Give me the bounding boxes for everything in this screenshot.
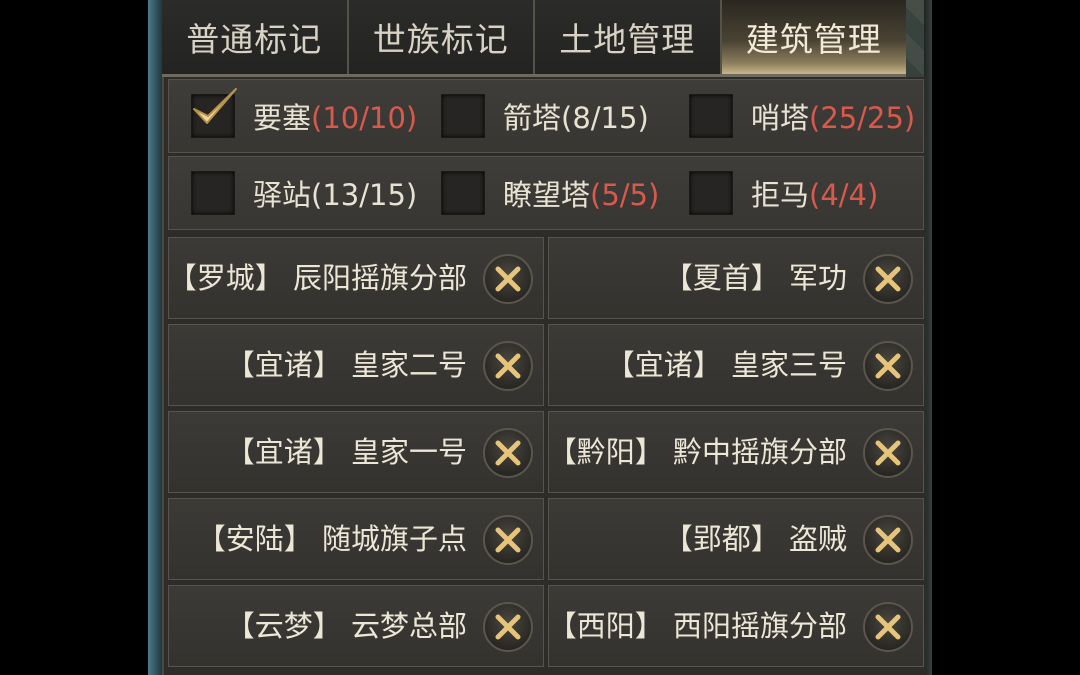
marker-item[interactable]: 【郢都】 盗贼 <box>548 498 924 580</box>
marker-item[interactable]: 【宜诸】 皇家二号 <box>168 324 544 406</box>
marker-label: 【宜诸】 皇家一号 <box>225 435 467 469</box>
close-x-icon <box>495 266 521 292</box>
filter-label: 驿站(13/15) <box>253 178 418 212</box>
marker-item[interactable]: 【夏首】 军功 <box>548 237 924 319</box>
filter-label: 箭塔(8/15) <box>503 101 649 135</box>
marker-item[interactable]: 【罗城】 辰阳摇旗分部 <box>168 237 544 319</box>
filter-fortress[interactable]: 要塞(10/10) <box>191 80 417 152</box>
management-tabs: 普通标记 世族标记 土地管理 建筑管理 <box>162 0 906 76</box>
delete-marker-button[interactable] <box>863 602 913 652</box>
tab-normal-markers[interactable]: 普通标记 <box>162 0 349 74</box>
close-x-icon <box>495 440 521 466</box>
filter-label: 要塞(10/10) <box>253 101 418 135</box>
filter-label: 拒马(4/4) <box>751 178 879 212</box>
marker-label: 【郢都】 盗贼 <box>663 522 847 556</box>
filter-count: (13/15) <box>311 178 418 212</box>
delete-marker-button[interactable] <box>863 341 913 391</box>
delete-marker-button[interactable] <box>863 254 913 304</box>
close-x-icon <box>495 527 521 553</box>
marker-label: 【宜诸】 皇家三号 <box>605 348 847 382</box>
barricade-checkbox[interactable] <box>689 171 733 215</box>
marker-label: 【罗城】 辰阳摇旗分部 <box>167 261 467 295</box>
marker-item[interactable]: 【西阳】 西阳摇旗分部 <box>548 585 924 667</box>
filter-label: 瞭望塔(5/5) <box>503 178 660 212</box>
filter-watchtower[interactable]: 瞭望塔(5/5) <box>441 157 659 229</box>
building-management-panel: 要塞(10/10) 箭塔(8/15) 哨塔(25/25) 驿站(13/15) 瞭… <box>162 77 926 675</box>
delete-marker-button[interactable] <box>863 428 913 478</box>
close-x-icon <box>875 440 901 466</box>
close-x-icon <box>495 614 521 640</box>
filter-count: (25/25) <box>809 101 916 135</box>
filter-arrow-tower[interactable]: 箭塔(8/15) <box>441 80 649 152</box>
filter-count: (8/15) <box>561 101 649 135</box>
marker-item[interactable]: 【云梦】 云梦总部 <box>168 585 544 667</box>
marker-label: 【宜诸】 皇家二号 <box>225 348 467 382</box>
close-x-icon <box>495 353 521 379</box>
tab-land-management[interactable]: 土地管理 <box>535 0 722 74</box>
sentry-tower-checkbox[interactable] <box>689 94 733 138</box>
filter-count: (10/10) <box>311 101 418 135</box>
delete-marker-button[interactable] <box>483 428 533 478</box>
delete-marker-button[interactable] <box>863 515 913 565</box>
close-x-icon <box>875 266 901 292</box>
marker-label: 【黔阳】 黔中摇旗分部 <box>547 435 847 469</box>
close-x-icon <box>875 614 901 640</box>
tab-clan-markers[interactable]: 世族标记 <box>348 0 535 74</box>
close-x-icon <box>875 527 901 553</box>
delete-marker-button[interactable] <box>483 515 533 565</box>
game-screen: 普通标记 世族标记 土地管理 建筑管理 要塞(10/10) 箭塔(8/15) 哨… <box>0 0 1080 675</box>
delete-marker-button[interactable] <box>483 602 533 652</box>
post-station-checkbox[interactable] <box>191 171 235 215</box>
checkmark-icon <box>193 88 237 124</box>
fortress-checkbox[interactable] <box>191 88 237 138</box>
arrow-tower-checkbox[interactable] <box>441 94 485 138</box>
marker-label: 【云梦】 云梦总部 <box>225 609 467 643</box>
filter-post-station[interactable]: 驿站(13/15) <box>191 157 417 229</box>
marker-label: 【夏首】 军功 <box>663 261 847 295</box>
marker-item[interactable]: 【宜诸】 皇家一号 <box>168 411 544 493</box>
building-filter-row: 驿站(13/15) 瞭望塔(5/5) 拒马(4/4) <box>168 156 924 230</box>
building-filter-row: 要塞(10/10) 箭塔(8/15) 哨塔(25/25) <box>168 79 924 153</box>
delete-marker-button[interactable] <box>483 254 533 304</box>
marker-item[interactable]: 【宜诸】 皇家三号 <box>548 324 924 406</box>
marker-item[interactable]: 【安陆】 随城旗子点 <box>168 498 544 580</box>
tab-building-management[interactable]: 建筑管理 <box>721 0 906 74</box>
filter-count: (4/4) <box>809 178 879 212</box>
delete-marker-button[interactable] <box>483 341 533 391</box>
filter-sentry-tower[interactable]: 哨塔(25/25) <box>689 80 915 152</box>
marker-label: 【西阳】 西阳摇旗分部 <box>547 609 847 643</box>
marker-label: 【安陆】 随城旗子点 <box>196 522 467 556</box>
filter-barricade[interactable]: 拒马(4/4) <box>689 157 878 229</box>
filter-label: 哨塔(25/25) <box>751 101 916 135</box>
watchtower-checkbox[interactable] <box>441 171 485 215</box>
marker-item[interactable]: 【黔阳】 黔中摇旗分部 <box>548 411 924 493</box>
close-x-icon <box>875 353 901 379</box>
filter-count: (5/5) <box>590 178 660 212</box>
